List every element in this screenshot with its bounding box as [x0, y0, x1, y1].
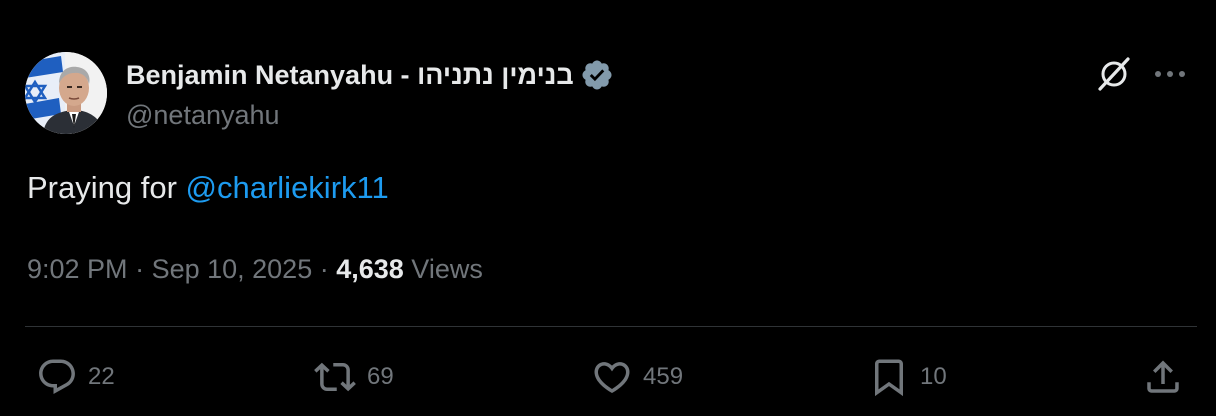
more-icon[interactable] [1152, 54, 1188, 94]
meta-separator: · [127, 254, 152, 284]
tweet-meta: 9:02 PM · Sep 10, 2025 · 4,638 Views [27, 254, 483, 285]
like-button[interactable]: 459 [591, 355, 683, 399]
divider [25, 326, 1197, 327]
tweet: Benjamin Netanyahu - בנימין נתניהו @neta… [0, 0, 1216, 416]
bookmark-button[interactable]: 10 [868, 355, 947, 399]
tweet-top-actions [1094, 54, 1188, 94]
tweet-time[interactable]: 9:02 PM [27, 254, 128, 284]
views-count: 4,638 [336, 254, 404, 284]
heart-icon [591, 356, 633, 398]
verified-badge-icon[interactable] [580, 58, 614, 92]
repost-button[interactable]: 69 [313, 355, 394, 399]
share-button[interactable] [1142, 355, 1184, 399]
display-name[interactable]: Benjamin Netanyahu - בנימין נתניהו [126, 60, 574, 91]
avatar[interactable] [25, 52, 107, 134]
bookmark-count: 10 [920, 363, 947, 390]
author-name-row: Benjamin Netanyahu - בנימין נתניהו [126, 58, 614, 92]
author-handle[interactable]: @netanyahu [126, 100, 280, 131]
tweet-text-prefix: Praying for [27, 170, 186, 205]
meta-separator: · [312, 254, 337, 284]
tweet-date[interactable]: Sep 10, 2025 [152, 254, 313, 284]
tweet-text: Praying for @charliekirk11 [27, 170, 389, 206]
bookmark-icon [868, 356, 910, 398]
views-label: Views [403, 254, 483, 284]
repost-icon [313, 356, 357, 398]
reply-count: 22 [88, 363, 115, 390]
share-icon [1142, 356, 1184, 398]
mention-link[interactable]: @charliekirk11 [186, 170, 389, 205]
reply-icon [36, 356, 78, 398]
avatar-photo [25, 52, 107, 134]
repost-count: 69 [367, 363, 394, 390]
grok-icon[interactable] [1094, 54, 1134, 94]
reply-button[interactable]: 22 [36, 355, 115, 399]
like-count: 459 [643, 363, 684, 390]
